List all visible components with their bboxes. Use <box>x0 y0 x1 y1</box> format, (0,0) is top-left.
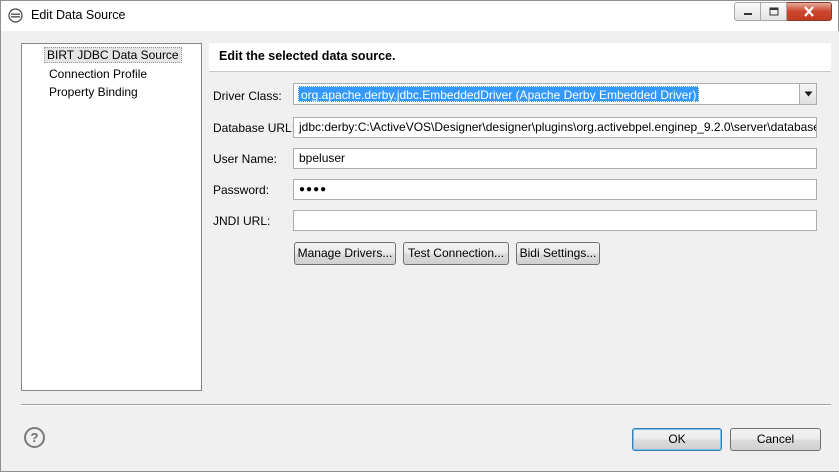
dialog-content: BIRT JDBC Data Source Connection Profile… <box>2 31 839 471</box>
cancel-button[interactable]: Cancel <box>730 428 821 451</box>
page-header: Edit the selected data source. <box>209 43 831 71</box>
user-name-label: User Name: <box>213 152 278 166</box>
window-title: Edit Data Source <box>31 8 126 22</box>
close-icon <box>804 6 814 17</box>
edit-data-source-dialog: Edit Data Source BIRT JDBC Data Source C… <box>0 0 839 472</box>
jndi-url-label: JNDI URL: <box>213 214 271 228</box>
chevron-down-icon <box>804 91 812 97</box>
driver-class-select[interactable]: org.apache.derby.jdbc.EmbeddedDriver (Ap… <box>293 83 817 105</box>
driver-class-dropdown-button[interactable] <box>799 84 816 104</box>
jndi-url-field[interactable] <box>293 210 817 231</box>
driver-class-value: org.apache.derby.jdbc.EmbeddedDriver (Ap… <box>298 86 700 102</box>
driver-class-label: Driver Class: <box>213 89 282 103</box>
manage-drivers-button[interactable]: Manage Drivers... <box>294 242 396 265</box>
bidi-settings-button[interactable]: Bidi Settings... <box>516 242 600 265</box>
page-title: Edit the selected data source. <box>219 49 396 63</box>
page-navigation-tree: BIRT JDBC Data Source Connection Profile… <box>21 43 202 391</box>
help-icon[interactable]: ? <box>24 427 45 448</box>
database-url-label: Database URL: <box>213 121 296 135</box>
window-controls <box>734 2 832 22</box>
header-divider <box>209 71 831 72</box>
user-name-field[interactable]: bpeluser <box>293 148 817 169</box>
ok-button[interactable]: OK <box>632 428 722 451</box>
eclipse-icon <box>8 8 23 23</box>
maximize-button[interactable] <box>761 2 787 21</box>
password-label: Password: <box>213 183 270 197</box>
database-url-field[interactable]: jdbc:derby:C:\ActiveVOS\Designer\designe… <box>293 117 817 138</box>
nav-item-property-binding[interactable]: Property Binding <box>47 84 140 100</box>
minimize-button[interactable] <box>734 2 761 21</box>
maximize-icon <box>769 7 778 16</box>
nav-item-connection-profile[interactable]: Connection Profile <box>47 66 149 82</box>
minimize-icon <box>743 12 752 15</box>
test-connection-button[interactable]: Test Connection... <box>403 242 509 265</box>
title-bar[interactable]: Edit Data Source <box>1 1 838 31</box>
password-field[interactable]: ●●●● <box>293 179 817 200</box>
bottom-divider <box>21 404 831 405</box>
close-button[interactable] <box>787 2 832 21</box>
nav-item-birt-jdbc-data-source[interactable]: BIRT JDBC Data Source <box>44 47 182 63</box>
